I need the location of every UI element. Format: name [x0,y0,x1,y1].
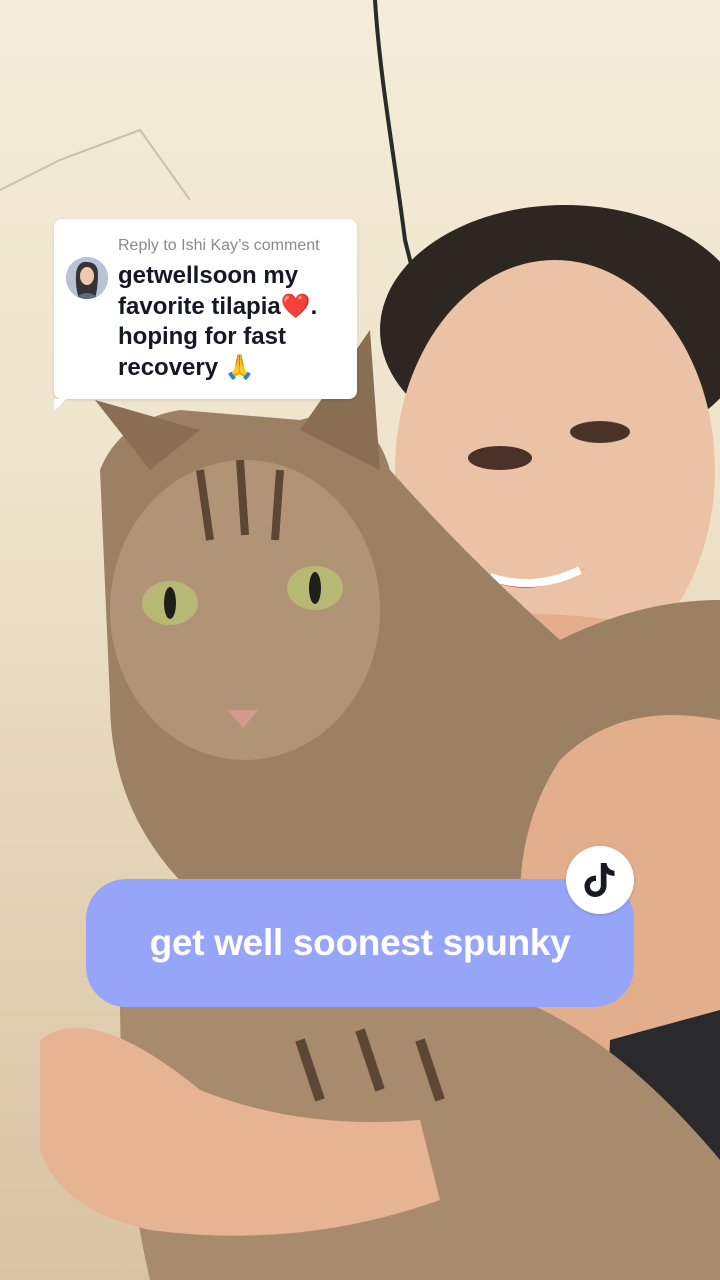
caption-bubble: get well soonest spunky [86,879,634,1007]
reply-header: Reply to Ishi Kay’s comment [118,237,320,254]
video-photo-illustration [0,0,720,1280]
comment-line: getwellsoon my [118,262,299,289]
comment-line: favorite tilapia❤️. [118,292,318,320]
avatar-image [66,257,108,299]
reply-comment-sticker[interactable]: Reply to Ishi Kay’s comment getwellsoon … [54,219,357,411]
tiktok-logo-icon [566,846,634,914]
comment-line: recovery 🙏 [118,353,255,381]
video-screen[interactable]: Reply to Ishi Kay’s comment getwellsoon … [0,0,720,1280]
video-frame [0,0,720,1280]
comment-line: hoping for fast [118,323,286,350]
caption-text: get well soonest spunky [149,922,571,963]
commenter-avatar [66,257,108,299]
reply-comment-text: getwellsoon my favorite tilapia❤️. hopin… [118,261,350,383]
tiktok-note-glyph [584,863,615,897]
